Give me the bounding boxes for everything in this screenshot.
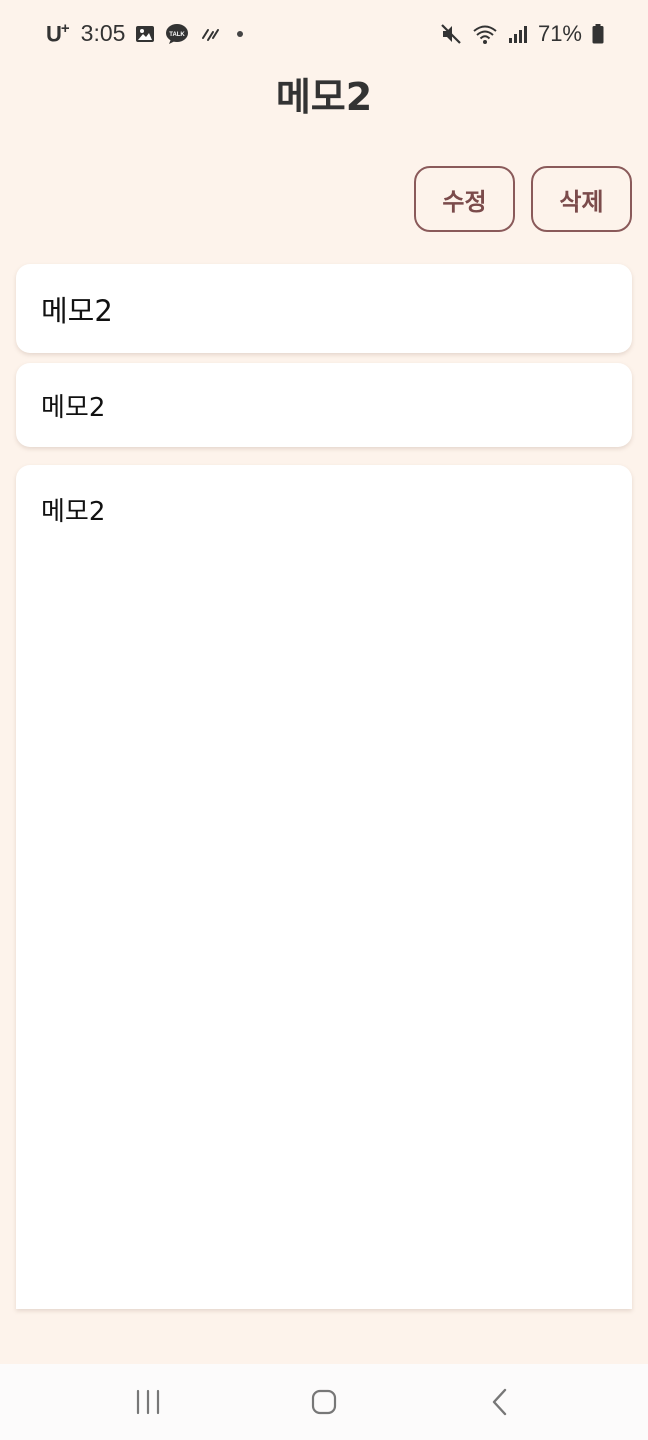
rain-icon: [199, 24, 221, 44]
recents-button[interactable]: [108, 1372, 188, 1432]
battery-icon: [592, 24, 604, 44]
page-title: 메모2: [275, 75, 373, 119]
wifi-icon: [472, 23, 498, 45]
carrier-label: U+: [46, 20, 70, 47]
memo-body: 메모2: [41, 497, 106, 527]
status-time: 3:05: [80, 20, 126, 47]
delete-button[interactable]: 삭제: [531, 166, 632, 232]
memo-subtitle: 메모2: [41, 392, 106, 423]
status-bar: U+ 3:05 TALK 71%: [0, 0, 648, 68]
notification-dot: [237, 30, 244, 37]
memo-detail-screen: U+ 3:05 TALK 71% 메모2 수정 삭제 메모2 메모2 메모2: [0, 0, 648, 1440]
battery-percentage: 71%: [537, 21, 582, 46]
home-button[interactable]: [284, 1372, 364, 1432]
memo-body-card: 메모2: [16, 465, 632, 1309]
back-icon: [492, 1388, 507, 1416]
edit-button[interactable]: 수정: [414, 166, 515, 232]
home-icon: [311, 1389, 337, 1415]
back-button[interactable]: [460, 1372, 540, 1432]
recents-icon: [136, 1389, 160, 1415]
memo-title: 메모2: [41, 293, 113, 328]
mute-icon: [440, 23, 462, 45]
status-bar-left: U+ 3:05 TALK: [46, 20, 244, 47]
memo-title-card: 메모2: [16, 264, 632, 353]
memo-subtitle-card: 메모2: [16, 363, 632, 447]
navigation-bar: [0, 1364, 648, 1440]
talk-icon: TALK: [165, 23, 189, 45]
signal-icon: [508, 24, 528, 44]
svg-text:TALK: TALK: [170, 32, 186, 38]
status-bar-right: 71%: [440, 21, 604, 47]
gallery-icon: [135, 24, 155, 44]
